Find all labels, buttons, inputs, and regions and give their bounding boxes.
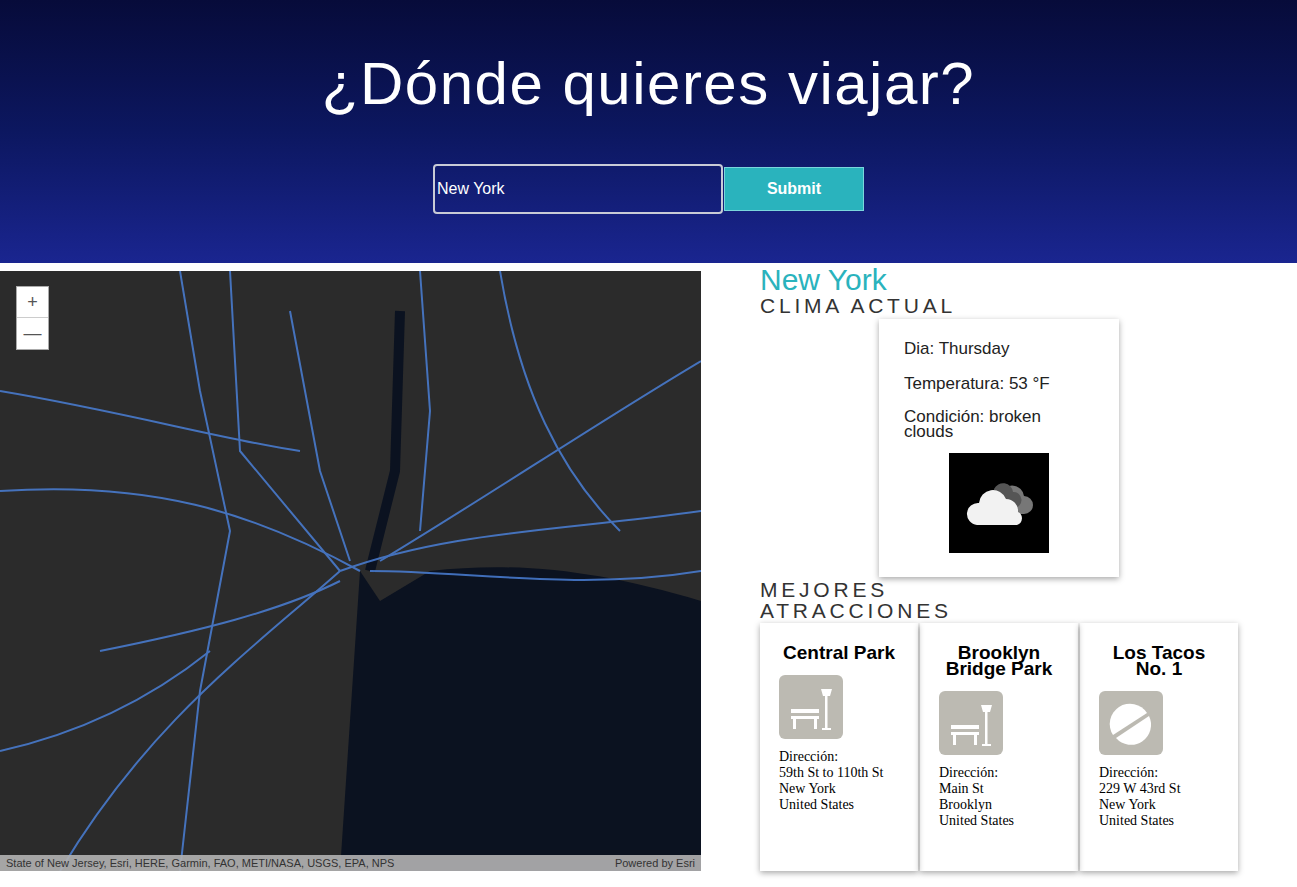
map-attribution: State of New Jersey, Esri, HERE, Garmin,… (6, 858, 394, 869)
search-input[interactable]: New York (433, 164, 723, 214)
content: +— State of New Jersey, Esri, HERE, Garmi… (0, 271, 1297, 871)
attraction-card[interactable]: Los Tacos No. 1 Dirección:229 W 43rd StNe… (1080, 623, 1238, 871)
attraction-name: Brooklyn Bridge Park (939, 645, 1059, 677)
city-name: New York (760, 267, 1238, 293)
attraction-card[interactable]: Brooklyn Bridge Park Dirección:Main StBro… (920, 623, 1078, 871)
attraction-name: Central Park (779, 645, 899, 661)
attraction-card[interactable]: Central Park Dirección:59th St to 110th S… (760, 623, 918, 871)
address-line: Main St (939, 781, 1059, 797)
weather-card: Dia: Thursday Temperatura: 53 °F Condición… (879, 319, 1119, 577)
zoom-controls: +— (16, 286, 49, 350)
attractions-heading: MEJORES ATRACCIONES (760, 579, 970, 621)
info-column: New York CLIMA ACTUAL Dia: Thursday Tempera… (701, 271, 1238, 871)
address-line: United States (939, 813, 1059, 829)
zoom-button[interactable]: + (17, 287, 48, 318)
park-bench-icon (779, 675, 843, 739)
weather-day: Dia: Thursday (904, 339, 1094, 359)
search-form: New YorkSubmit (433, 164, 864, 214)
address-line: 59th St to 110th St (779, 765, 899, 781)
attraction-address: Dirección:59th St to 110th StNew YorkUni… (779, 749, 899, 813)
address-line: United States (779, 797, 899, 813)
address-line: New York (779, 781, 899, 797)
map-roads-drawing (0, 271, 701, 871)
taco-icon (1099, 691, 1163, 755)
weather-temperature: Temperatura: 53 °F (904, 374, 1094, 394)
address-line: New York (1099, 797, 1219, 813)
map[interactable]: +— State of New Jersey, Esri, HERE, Garmi… (0, 271, 701, 871)
cloud-icon (949, 453, 1049, 553)
address-line: Dirección: (1099, 765, 1219, 781)
attraction-address: Dirección:Main StBrooklynUnited States (939, 765, 1059, 829)
zoom-button[interactable]: — (17, 318, 48, 349)
weather-condition: Condición: broken clouds (904, 409, 1094, 439)
map-attribution-bar: State of New Jersey, Esri, HERE, Garmin,… (0, 855, 701, 871)
map-powered-by[interactable]: Powered by Esri (615, 858, 695, 869)
page: ¿Dónde quieres viajar?New YorkSubmit+—St… (0, 0, 1297, 887)
address-line: United States (1099, 813, 1219, 829)
address-line: 229 W 43rd St (1099, 781, 1219, 797)
hero-title: ¿Dónde quieres viajar? (322, 48, 975, 120)
hero-header: ¿Dónde quieres viajar? New YorkSubmit (0, 0, 1297, 263)
attractions-list: Central ParkDirección:59th St to 110th S… (760, 623, 1238, 871)
address-line: Brooklyn (939, 797, 1059, 813)
attraction-address: Dirección:229 W 43rd StNew YorkUnited St… (1099, 765, 1219, 829)
weather-heading: CLIMA ACTUAL (760, 293, 1238, 319)
attraction-name: Los Tacos No. 1 (1099, 645, 1219, 677)
address-line: Dirección: (939, 765, 1059, 781)
park-bench-icon (939, 691, 1003, 755)
address-line: Dirección: (779, 749, 899, 765)
submit-button[interactable]: Submit (724, 167, 864, 211)
